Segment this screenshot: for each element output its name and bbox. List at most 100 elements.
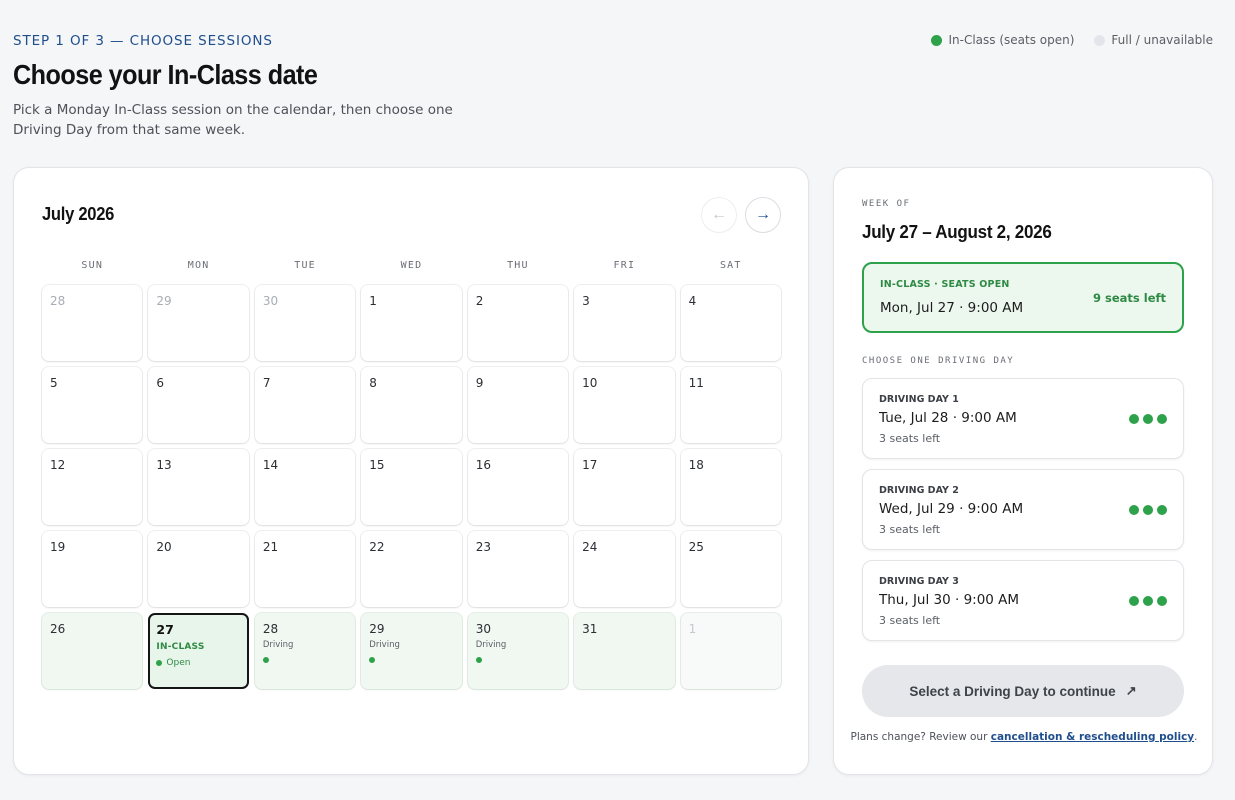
- calendar-day[interactable]: 28 Driving: [254, 613, 356, 689]
- calendar-day[interactable]: 30 Driving: [467, 613, 569, 689]
- day-number: 6: [156, 376, 165, 390]
- day-number: 4: [688, 294, 697, 308]
- calendar-day[interactable]: 1: [361, 285, 462, 361]
- step-indicator: STEP 1 OF 3 — CHOOSE SESSIONS: [13, 33, 273, 49]
- calendar-day[interactable]: 24: [574, 531, 675, 607]
- driving-day-datetime: Thu, Jul 30 · 9:00 AM: [879, 592, 1020, 608]
- driving-day-option[interactable]: DRIVING DAY 1 Tue, Jul 28 · 9:00 AM 3 se…: [862, 378, 1184, 459]
- day-number: 11: [688, 376, 704, 390]
- calendar-day[interactable]: 9: [467, 367, 569, 443]
- driving-day-label: DRIVING DAY 3: [879, 576, 959, 587]
- inclass-tag: IN-CLASS: [156, 642, 205, 652]
- calendar-day[interactable]: 14: [254, 449, 356, 525]
- calendar-day[interactable]: 26: [42, 613, 143, 689]
- next-month-button[interactable]: →: [745, 197, 781, 233]
- weekday-label: MON: [187, 260, 210, 271]
- continue-label: Select a Driving Day to continue: [909, 683, 1116, 699]
- calendar-day[interactable]: 29: [148, 285, 249, 361]
- driving-day-label: DRIVING DAY 2: [879, 485, 959, 496]
- legend-item-open: In-Class (seats open): [931, 33, 1074, 47]
- day-number: 14: [262, 458, 279, 472]
- calendar-day[interactable]: 10: [574, 367, 675, 443]
- calendar-card: July 2026 ← → SUN MON TUE WED THU FRI SA…: [13, 167, 809, 775]
- day-number: 29: [369, 622, 385, 636]
- day-number: 5: [50, 376, 58, 390]
- weekday-label: WED: [400, 260, 423, 271]
- calendar-day[interactable]: 6: [148, 367, 249, 443]
- calendar-day[interactable]: 11: [680, 367, 781, 443]
- calendar-day[interactable]: 13: [148, 449, 249, 525]
- day-number: 17: [582, 458, 598, 472]
- calendar-day[interactable]: 21: [254, 531, 356, 607]
- calendar-day[interactable]: 29 Driving: [361, 613, 462, 689]
- calendar-day[interactable]: 1: [680, 613, 781, 689]
- calendar-day[interactable]: 17: [574, 449, 675, 525]
- prev-month-button[interactable]: ←: [701, 197, 737, 233]
- calendar-day[interactable]: 3: [574, 285, 675, 361]
- calendar-day[interactable]: 16: [467, 449, 569, 525]
- open-status: Open: [156, 658, 240, 668]
- day-number: 9: [475, 376, 484, 390]
- weekday-label: SUN: [81, 260, 104, 271]
- seat-dots-icon: [1129, 505, 1167, 515]
- open-label: Open: [166, 658, 191, 668]
- driving-label: Driving: [369, 640, 400, 650]
- calendar-day[interactable]: 12: [42, 449, 143, 525]
- calendar-day[interactable]: 4: [680, 285, 781, 361]
- legend-item-full: Full / unavailable: [1094, 33, 1213, 47]
- driving-day-datetime: Tue, Jul 28 · 9:00 AM: [879, 410, 1017, 426]
- day-number: 26: [50, 622, 66, 636]
- policy-suffix: .: [1194, 731, 1198, 743]
- seat-dots-icon: [1129, 596, 1167, 606]
- open-dot-icon: [156, 660, 163, 666]
- day-number: 21: [262, 540, 279, 554]
- legend-full-label: Full / unavailable: [1111, 33, 1213, 47]
- driving-day-option[interactable]: DRIVING DAY 2 Wed, Jul 29 · 9:00 AM 3 se…: [862, 469, 1184, 550]
- calendar-day-selected[interactable]: 27 IN-CLASS Open: [148, 613, 249, 689]
- day-number: 28: [50, 294, 66, 308]
- day-number: 23: [475, 540, 491, 554]
- day-number: 18: [688, 458, 704, 472]
- calendar-day[interactable]: 19: [42, 531, 143, 607]
- calendar-day[interactable]: 2: [467, 285, 569, 361]
- calendar-day[interactable]: 7: [254, 367, 356, 443]
- calendar-day[interactable]: 15: [361, 449, 462, 525]
- calendar-day[interactable]: 22: [361, 531, 462, 607]
- full-dot-icon: [1094, 34, 1106, 46]
- driving-label: Driving: [475, 640, 507, 650]
- legend-open-label: In-Class (seats open): [948, 33, 1075, 47]
- weekday-label: TUE: [294, 260, 316, 271]
- calendar-day[interactable]: 23: [467, 531, 569, 607]
- week-of-label: WEEK OF: [862, 199, 911, 209]
- day-number: 3: [582, 294, 590, 308]
- calendar-day[interactable]: 18: [680, 449, 781, 525]
- calendar-day[interactable]: 31: [574, 613, 675, 689]
- calendar-day[interactable]: 25: [680, 531, 781, 607]
- calendar-day[interactable]: 28: [42, 285, 143, 361]
- inclass-session-card[interactable]: IN-CLASS · SEATS OPEN Mon, Jul 27 · 9:00…: [862, 262, 1184, 333]
- day-number: 28: [262, 622, 279, 636]
- arrow-left-icon: ←: [711, 206, 727, 223]
- open-dot-icon: [931, 34, 943, 46]
- day-number: 2: [475, 294, 484, 308]
- calendar-day[interactable]: 8: [361, 367, 462, 443]
- day-number: 25: [688, 540, 704, 554]
- seat-dot-icon: [369, 657, 376, 663]
- calendar-day[interactable]: 30: [254, 285, 356, 361]
- day-number: 1: [688, 622, 697, 636]
- seat-dot-icon: [475, 657, 482, 663]
- calendar-day[interactable]: 20: [148, 531, 249, 607]
- continue-button[interactable]: Select a Driving Day to continue ↗: [862, 665, 1184, 717]
- calendar-day[interactable]: 5: [42, 367, 143, 443]
- driving-label: Driving: [262, 640, 294, 650]
- day-number: 16: [475, 458, 491, 472]
- choose-driving-label: CHOOSE ONE DRIVING DAY: [862, 356, 1015, 366]
- arrow-right-icon: →: [755, 206, 771, 223]
- policy-link[interactable]: cancellation & rescheduling policy: [991, 731, 1194, 743]
- day-number: 22: [369, 540, 385, 554]
- inclass-seats: 9 seats left: [1093, 291, 1166, 305]
- seat-dots-icon: [1129, 414, 1167, 424]
- policy-prefix: Plans change? Review our: [850, 731, 988, 743]
- driving-day-option[interactable]: DRIVING DAY 3 Thu, Jul 30 · 9:00 AM 3 se…: [862, 560, 1184, 641]
- week-range: July 27 – August 2, 2026: [862, 221, 1052, 242]
